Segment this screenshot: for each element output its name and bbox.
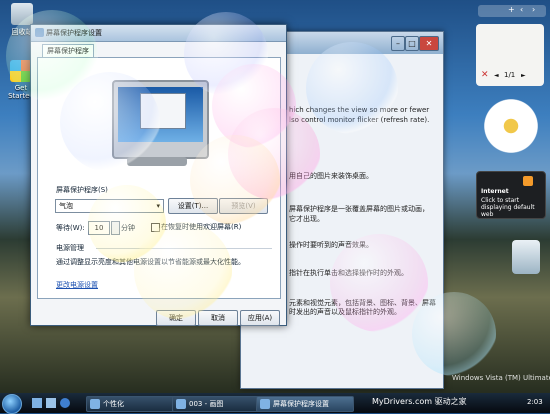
chevron-left-icon[interactable]: ◄ (494, 72, 499, 79)
title-bar: 屏幕保护程序设置 (31, 25, 286, 42)
screensaver-settings-dialog[interactable]: 屏幕保护程序设置 屏幕保护程序 屏幕保护程序(S) 气泡 ▾ 设置(T)... … (30, 24, 287, 326)
task-label: 003 - 画图 (189, 400, 224, 408)
feed-title: Internet (481, 188, 509, 195)
screensaver-label: 屏幕保护程序(S) (56, 186, 108, 194)
minutes-label: 分钟 (121, 224, 135, 232)
slideshow-counter: 1/1 (504, 71, 516, 79)
close-button[interactable]: ✕ (419, 36, 439, 51)
power-heading: 电源管理 (56, 244, 84, 252)
monitor-icon (35, 28, 44, 37)
recycle-bin-icon (11, 3, 33, 25)
power-text: 通过调整显示亮度和其他电源设置以节省能源或最大化性能。 (56, 258, 245, 266)
cancel-button[interactable]: 取消 (198, 310, 238, 326)
clock-flower-gadget[interactable] (480, 95, 542, 157)
wait-input[interactable]: 10 (88, 221, 110, 235)
close-icon[interactable]: ✕ (481, 70, 489, 80)
paint-icon (176, 399, 186, 409)
preview-button[interactable]: 预览(V) (219, 198, 268, 214)
task-label: 屏幕保护程序设置 (273, 400, 329, 408)
rss-icon (523, 176, 533, 186)
task-screensaver-settings[interactable]: 屏幕保护程序设置 (256, 396, 354, 412)
monitor-stand (127, 157, 187, 166)
maximize-button[interactable]: □ (405, 36, 419, 51)
window-icon (90, 399, 100, 409)
resume-checkbox-label: 在恢复时使用欢迎屏幕(R) (161, 223, 242, 231)
taskbar: 个性化 003 - 画图 屏幕保护程序设置 MyDrivers.com 驱动之家… (0, 393, 550, 414)
body-text: 用自己的图片来装饰桌面。 (289, 172, 373, 180)
chevron-right-icon[interactable]: › (532, 5, 535, 14)
screensaver-select-value: 气泡 (59, 202, 73, 210)
apply-button[interactable]: 应用(A) (240, 310, 280, 326)
screensaver-select[interactable]: 气泡 ▾ (55, 199, 164, 213)
power-settings-link[interactable]: 更改电源设置 (56, 280, 98, 290)
wait-stepper[interactable] (111, 221, 120, 235)
body-text: 屏幕保护程序是一张覆盖屏幕的图片或动画， (289, 205, 429, 213)
body-text: hich changes the view so more or fewer (289, 106, 430, 114)
chevron-right-icon[interactable]: ► (521, 72, 526, 79)
body-text: lso control monitor flicker (refresh rat… (289, 116, 430, 124)
preview-screen (118, 87, 203, 142)
task-personalize[interactable]: 个性化 (86, 396, 176, 412)
quicklaunch-ie-icon[interactable] (60, 398, 70, 408)
resume-checkbox[interactable] (151, 223, 160, 232)
divider (96, 248, 272, 249)
quicklaunch-desktop-icon[interactable] (32, 398, 42, 408)
watermark-text: Windows Vista (TM) Ultimate (452, 374, 550, 382)
monitor-icon (260, 399, 270, 409)
task-paint[interactable]: 003 - 画图 (172, 396, 262, 412)
chevron-left-icon[interactable]: ‹ (520, 5, 523, 14)
body-text: 操作时要听到的声音效果。 (289, 241, 373, 249)
settings-button[interactable]: 设置(T)... (168, 198, 218, 214)
feed-text: Click to start displaying default web (481, 197, 535, 218)
body-text: 时发出的声音以及鼠标指针的外观。 (289, 308, 401, 316)
preview-window-icon (140, 93, 186, 129)
ok-button[interactable]: 确定 (156, 310, 196, 326)
windows-logo-icon (10, 60, 32, 82)
minimize-button[interactable]: – (391, 36, 405, 51)
task-label: 个性化 (103, 400, 124, 408)
monitor-preview (112, 80, 209, 159)
recycle-bin-icon[interactable] (512, 240, 540, 274)
tab-screensaver[interactable]: 屏幕保护程序 (42, 44, 94, 57)
dialog-title: 屏幕保护程序设置 (46, 29, 102, 37)
start-button[interactable] (2, 394, 22, 414)
add-gadget-icon[interactable]: + (508, 5, 515, 14)
wait-label: 等待(W): (56, 224, 85, 232)
feed-gadget[interactable]: Internet Click to start displaying defau… (476, 171, 546, 219)
quicklaunch-switch-icon[interactable] (46, 398, 56, 408)
clock[interactable]: 2:03 (527, 398, 543, 406)
body-text: 它才出现。 (289, 215, 324, 223)
sidebar-toolbar[interactable]: + ‹ › (478, 5, 546, 17)
body-text: 指针在执行单击和选择操作时的外观。 (289, 269, 408, 277)
slideshow-gadget[interactable]: ✕ ◄ 1/1 ► (476, 24, 544, 86)
chevron-down-icon: ▾ (156, 202, 160, 210)
brand-watermark: MyDrivers.com 驱动之家 (372, 397, 467, 406)
